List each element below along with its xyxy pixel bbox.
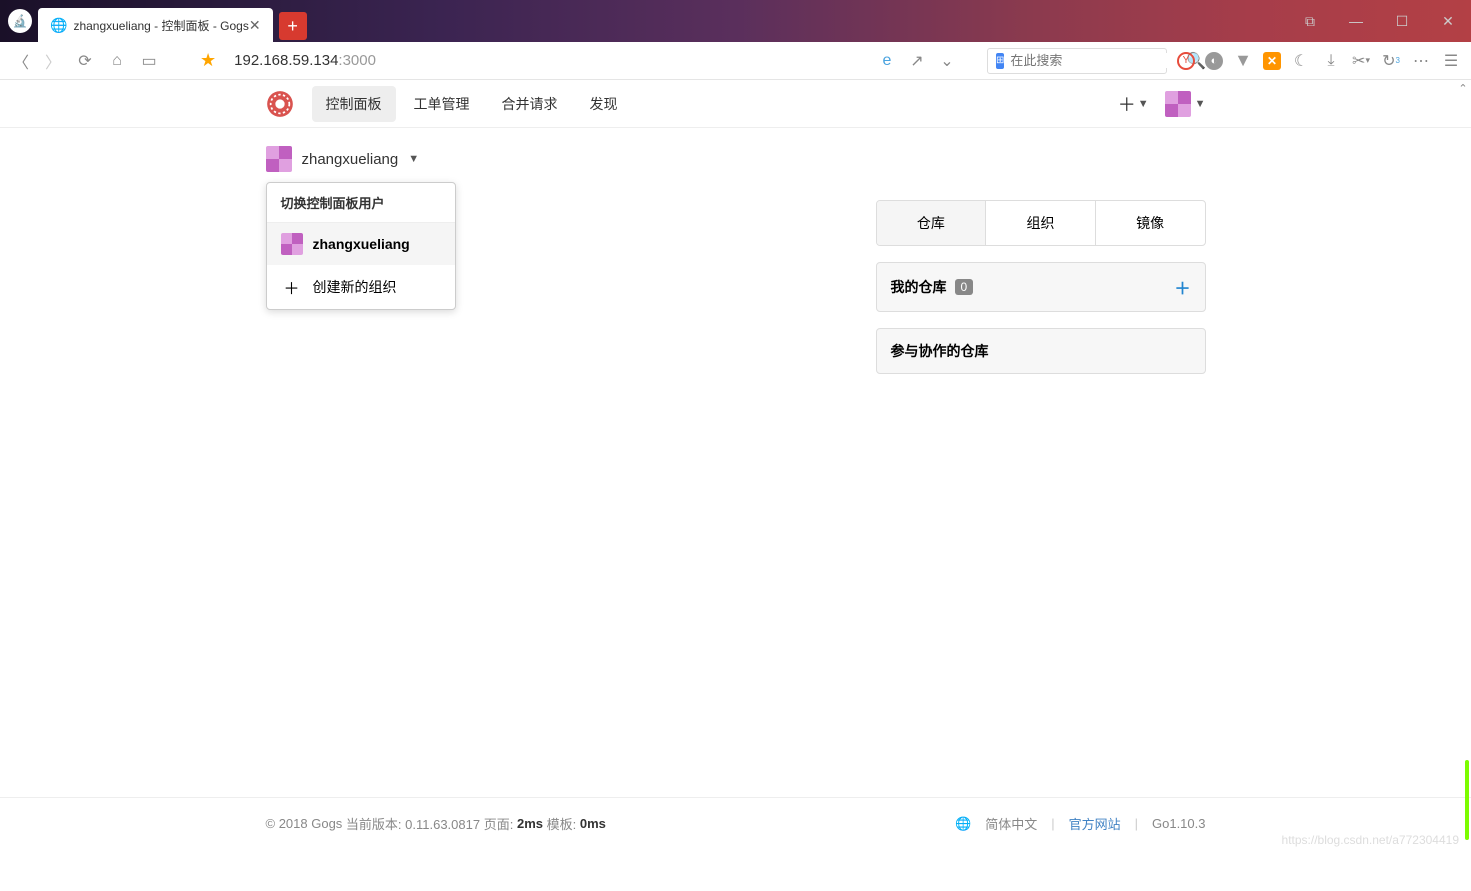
watermark: https://blog.csdn.net/a772304419: [1282, 833, 1459, 847]
tab-orgs[interactable]: 组织: [986, 201, 1096, 245]
template-label: 模板:: [547, 814, 577, 833]
bookmark-star-icon[interactable]: ★: [200, 50, 216, 71]
collab-repos-panel: 参与协作的仓库: [876, 328, 1206, 374]
home-button[interactable]: ⌂: [106, 50, 128, 72]
avatar: [266, 146, 292, 172]
dropdown-user-item[interactable]: zhangxueliang: [267, 223, 455, 265]
extension-icon-3[interactable]: ▼: [1233, 51, 1253, 71]
lang-selector[interactable]: 简体中文: [985, 814, 1037, 833]
maximize-button[interactable]: ☐: [1379, 0, 1425, 42]
context-dropdown: 切换控制面板用户 zhangxueliang ＋ 创建新的组织: [266, 182, 456, 310]
nav-dashboard[interactable]: 控制面板: [312, 86, 396, 122]
footer: © 2018 Gogs 当前版本: 0.11.63.0817 页面: 2ms 模…: [0, 797, 1471, 849]
nav-issues[interactable]: 工单管理: [400, 86, 484, 122]
app-icon: 🔬: [8, 9, 32, 33]
extension-icon-4[interactable]: ✕: [1263, 52, 1281, 70]
avatar: [281, 233, 303, 255]
restore-icon[interactable]: ↻3: [1381, 51, 1401, 71]
browser-tab[interactable]: 🌐 zhangxueliang - 控制面板 - Gogs ✕: [38, 8, 273, 42]
search-box[interactable]: ⊞ 🔍: [987, 48, 1167, 74]
gogs-header: 控制面板 工单管理 合并请求 发现 ＋▼ ▼: [0, 80, 1471, 128]
username: zhangxueliang: [302, 151, 399, 168]
scroll-up-icon[interactable]: ⌃: [1455, 82, 1471, 95]
tab-mirrors[interactable]: 镜像: [1096, 201, 1205, 245]
readmode-icon[interactable]: ▭: [138, 50, 160, 72]
repo-tabs: 仓库 组织 镜像: [876, 200, 1206, 246]
gogs-logo[interactable]: [266, 90, 294, 118]
page-time: 2ms: [517, 816, 543, 831]
close-icon[interactable]: ✕: [249, 17, 261, 34]
browser-toolbar: 〈 〉 ⟳ ⌂ ▭ ★ 192.168.59.134:3000 e ↗ ⌄ ⊞ …: [0, 42, 1471, 80]
copyright: © 2018 Gogs: [266, 816, 343, 831]
caret-down-icon: ▼: [408, 153, 419, 165]
ie-mode-icon[interactable]: e: [877, 51, 897, 71]
panel-icon[interactable]: ⧉: [1287, 0, 1333, 42]
menu-icon[interactable]: ☰: [1441, 51, 1461, 71]
more-icon[interactable]: ⋯: [1411, 51, 1431, 71]
extension-icon-1[interactable]: Y: [1177, 52, 1195, 70]
right-panel: 仓库 组织 镜像 我的仓库 0 ＋ 参与协作的仓库: [876, 200, 1206, 374]
download-icon[interactable]: ⤓: [1321, 51, 1341, 71]
create-org-label: 创建新的组织: [313, 277, 397, 297]
user-dropdown[interactable]: ▼: [1165, 91, 1206, 117]
url-port: :3000: [338, 52, 376, 69]
my-repos-label: 我的仓库: [891, 277, 947, 297]
dropdown-username: zhangxueliang: [313, 236, 410, 252]
moon-icon[interactable]: ☾: [1291, 51, 1311, 71]
avatar: [1165, 91, 1191, 117]
tab-title: zhangxueliang - 控制面板 - Gogs: [73, 17, 248, 34]
dropdown-header: 切换控制面板用户: [267, 183, 455, 223]
search-input[interactable]: [1010, 53, 1186, 68]
add-repo-button[interactable]: ＋: [1174, 275, 1190, 299]
back-button[interactable]: 〈: [10, 50, 32, 72]
refresh-button[interactable]: ⟳: [74, 50, 96, 72]
url-bar[interactable]: 192.168.59.134:3000: [234, 52, 376, 69]
share-icon[interactable]: ↗: [907, 51, 927, 71]
url-host: 192.168.59.134: [234, 52, 338, 69]
nav-explore[interactable]: 发现: [576, 86, 632, 122]
forward-button[interactable]: 〉: [42, 50, 64, 72]
new-tab-button[interactable]: +: [279, 12, 307, 40]
tab-repos[interactable]: 仓库: [877, 201, 987, 245]
globe-icon: 🌐: [955, 816, 971, 832]
my-repos-panel: 我的仓库 0 ＋: [876, 262, 1206, 312]
go-version: Go1.10.3: [1152, 816, 1206, 831]
collab-repos-label: 参与协作的仓库: [891, 341, 989, 361]
globe-icon: 🌐: [50, 17, 67, 34]
caret-down-icon: ▼: [1138, 98, 1149, 110]
version: 当前版本: 0.11.63.0817: [346, 814, 480, 833]
repo-count-badge: 0: [955, 279, 974, 295]
scroll-indicator[interactable]: [1465, 760, 1469, 840]
browser-titlebar: 🔬 🌐 zhangxueliang - 控制面板 - Gogs ✕ + ⧉ — …: [0, 0, 1471, 42]
window-controls: ⧉ — ☐ ✕: [1287, 0, 1471, 42]
template-time: 0ms: [580, 816, 606, 831]
user-context-selector[interactable]: zhangxueliang ▼: [266, 146, 1206, 172]
chevron-down-icon[interactable]: ⌄: [937, 51, 957, 71]
page-label: 页面:: [484, 814, 514, 833]
dashboard: zhangxueliang ▼ 切换控制面板用户 zhangxueliang ＋…: [266, 146, 1206, 172]
create-dropdown[interactable]: ＋▼: [1118, 91, 1149, 117]
dropdown-create-org[interactable]: ＋ 创建新的组织: [267, 265, 455, 309]
nav-pulls[interactable]: 合并请求: [488, 86, 572, 122]
gogs-nav: 控制面板 工单管理 合并请求 发现: [312, 86, 632, 122]
minimize-button[interactable]: —: [1333, 0, 1379, 42]
official-link[interactable]: 官方网站: [1069, 814, 1121, 833]
search-engine-icon: ⊞: [996, 53, 1004, 69]
scissors-icon[interactable]: ✂▾: [1351, 51, 1371, 71]
plus-icon: ＋: [281, 275, 303, 299]
extension-icon-2[interactable]: ◐: [1205, 52, 1223, 70]
page-content: 控制面板 工单管理 合并请求 发现 ＋▼ ▼ zhangxueliang ▼ 切…: [0, 80, 1471, 172]
close-window-button[interactable]: ✕: [1425, 0, 1471, 42]
caret-down-icon: ▼: [1195, 98, 1206, 110]
